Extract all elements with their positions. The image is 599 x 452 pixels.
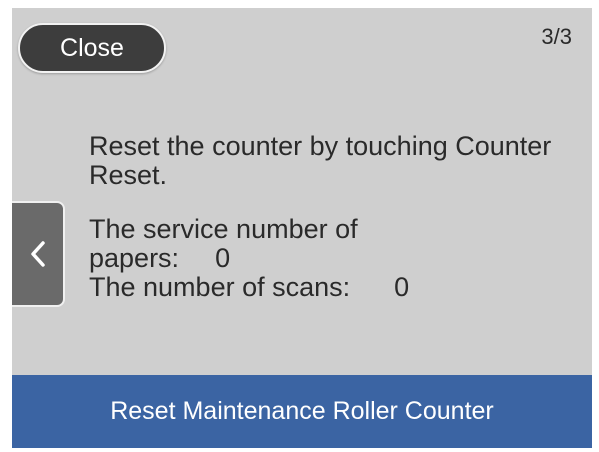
- scans-row: The number of scans: 0: [89, 273, 569, 302]
- service-papers-value: 0: [215, 243, 231, 273]
- maintenance-screen: Close 3/3 Reset the counter by touching …: [12, 8, 592, 448]
- chevron-left-icon: [30, 241, 45, 267]
- service-papers-label-cont: papers:: [89, 243, 180, 273]
- screen-title: Reset Maintenance Roller Counter: [110, 397, 494, 425]
- counter-info: The service number of papers: 0 The numbe…: [89, 215, 569, 302]
- screen-title-bar: Reset Maintenance Roller Counter: [12, 375, 592, 448]
- service-papers-label: The service number of: [89, 214, 358, 244]
- close-button[interactable]: Close: [18, 23, 166, 73]
- message-area: Reset the counter by touching Counter Re…: [89, 132, 569, 302]
- scans-label: The number of scans:: [89, 272, 351, 302]
- close-button-label: Close: [60, 33, 124, 62]
- page-indicator: 3/3: [541, 24, 572, 49]
- instruction-text: Reset the counter by touching Counter Re…: [89, 131, 552, 190]
- service-papers-row: papers: 0: [89, 244, 569, 273]
- previous-page-button[interactable]: [12, 201, 65, 307]
- scans-value: 0: [394, 272, 410, 302]
